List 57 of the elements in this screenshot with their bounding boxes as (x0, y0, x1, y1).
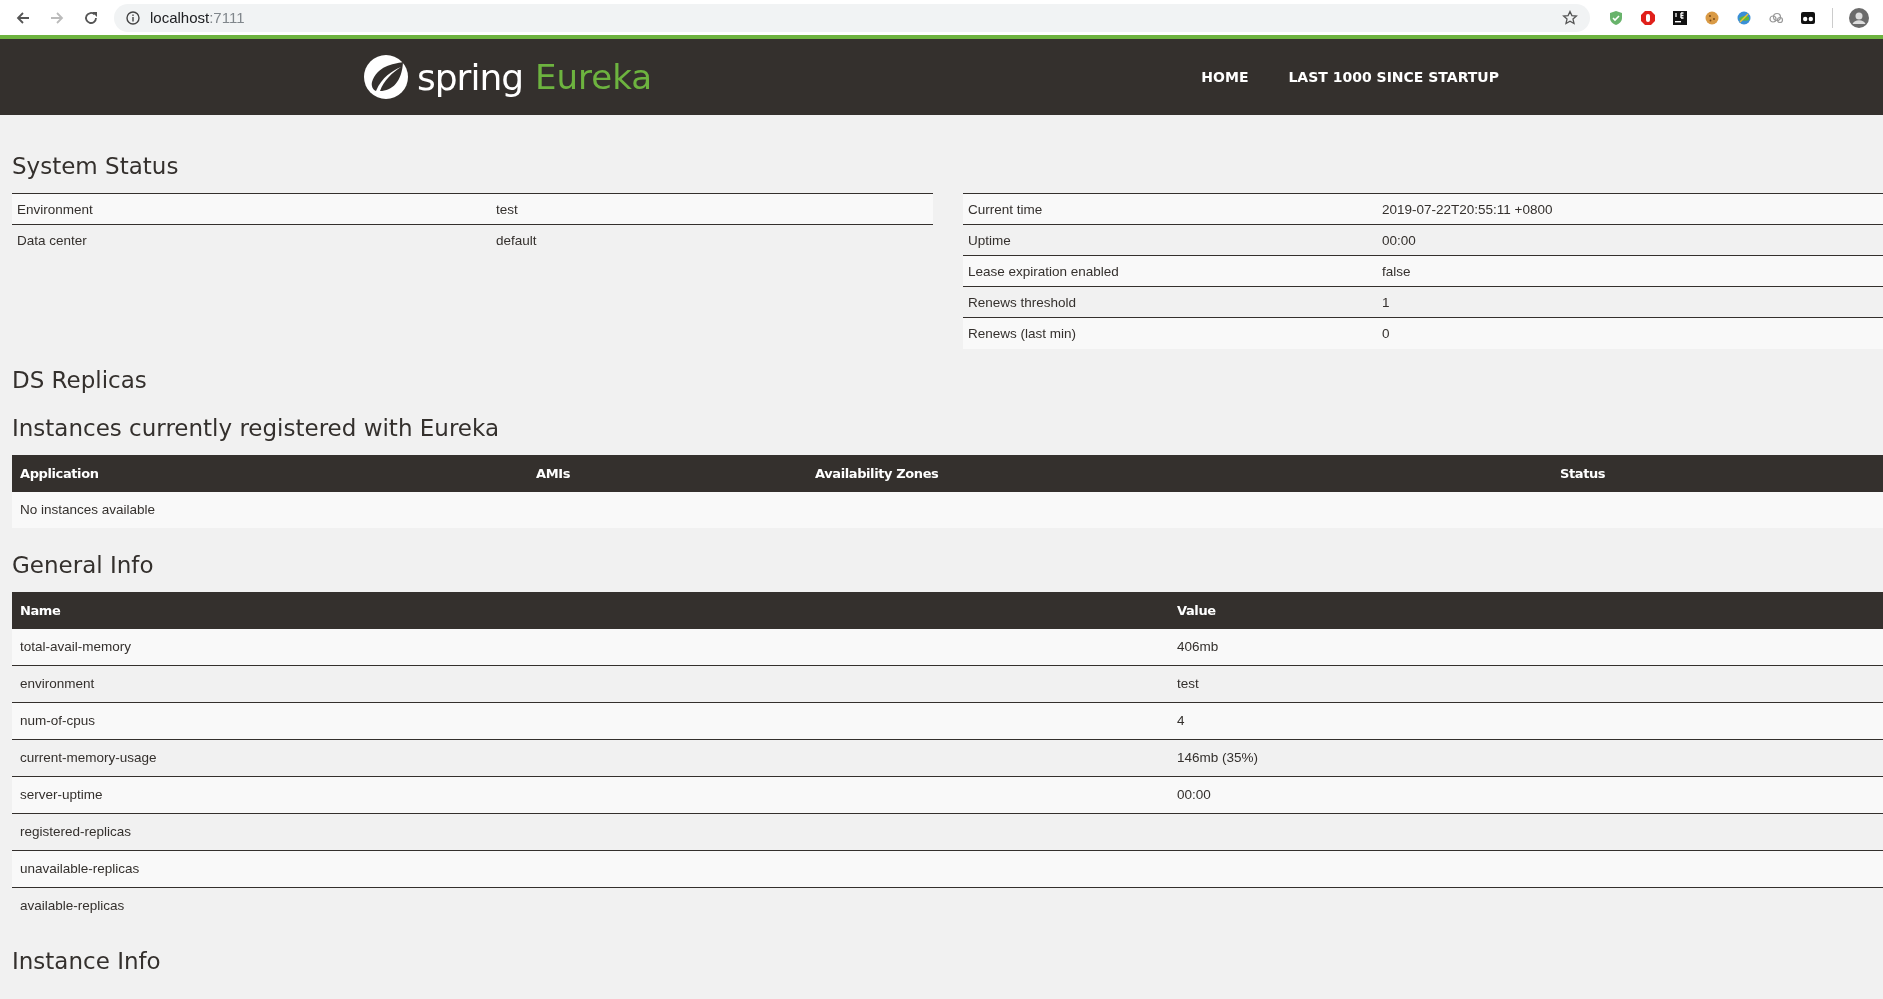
table-cell: 406mb (1169, 628, 1883, 665)
table-cell: test (490, 193, 933, 225)
right-arrow-icon (49, 9, 65, 26)
product-name: Eureka (535, 57, 653, 97)
table-cell: Renews (last min) (963, 317, 1377, 349)
globe-icon[interactable] (1736, 9, 1752, 26)
left-arrow-icon (15, 9, 31, 26)
section-heading: System Status (12, 152, 180, 179)
table-cell: default (490, 224, 933, 256)
shield-check-icon[interactable] (1608, 9, 1624, 26)
table-cell: total-avail-memory (12, 628, 1169, 665)
table-cell: 2019-07-22T20:55:11 +0800 (1377, 193, 1883, 225)
url-host: localhost (150, 9, 210, 26)
url-port: :7111 (209, 9, 245, 26)
table-cell: Environment (12, 193, 491, 225)
section-heading: Instance Info (12, 947, 162, 974)
table-cell: Lease expiration enabled (963, 255, 1377, 287)
column-header: Application (12, 454, 528, 492)
avatar-icon[interactable] (1849, 7, 1869, 28)
table-cell: environment (12, 665, 1169, 702)
column-header: Status (1552, 454, 1883, 492)
table-cell: Uptime (963, 224, 1377, 256)
table-cell: Renews threshold (963, 286, 1377, 318)
nav-link[interactable]: LAST 1000 SINCE STARTUP (1288, 69, 1499, 85)
table-cell: num-of-cpus (12, 702, 1169, 739)
address-bar[interactable]: localhost:7111 (114, 3, 1590, 32)
column-header: Value (1169, 591, 1883, 629)
table-cell: 00:00 (1377, 224, 1883, 256)
section-heading: General Info (12, 551, 155, 578)
table-cell: unavailable-replicas (12, 850, 1169, 887)
table-cell: No instances available (12, 491, 1883, 528)
table-cell: Data center (12, 224, 491, 256)
table-cell: registered-replicas (12, 813, 1169, 850)
leaf-logo-icon (363, 54, 409, 100)
table-cell: current-memory-usage (12, 739, 1169, 776)
section-heading: Instances currently registered with Eureka (12, 414, 500, 441)
info-icon[interactable] (126, 10, 140, 25)
star-icon[interactable] (1562, 9, 1578, 26)
nav-link[interactable]: HOME (1201, 69, 1249, 85)
table-cell: false (1377, 255, 1883, 287)
cookie-icon[interactable] (1704, 9, 1720, 26)
table-cell: test (1169, 665, 1883, 702)
table-cell: 0 (1377, 317, 1883, 349)
table-cell: 146mb (35%) (1169, 739, 1883, 776)
column-header: Name (12, 591, 1169, 629)
glasses-icon[interactable] (1800, 9, 1816, 26)
brand-name: spring (417, 56, 524, 98)
section-heading: DS Replicas (12, 366, 148, 393)
table-cell: Current time (963, 193, 1377, 225)
column-header: Availability Zones (807, 454, 1552, 492)
table-cell: available-replicas (12, 887, 1169, 924)
table-cell: server-uptime (12, 776, 1169, 813)
table-cell: 1 (1377, 286, 1883, 318)
table-cell: 4 (1169, 702, 1883, 739)
reload-icon (83, 9, 99, 26)
table-cell: 00:00 (1169, 776, 1883, 813)
column-header: AMIs (528, 454, 807, 492)
